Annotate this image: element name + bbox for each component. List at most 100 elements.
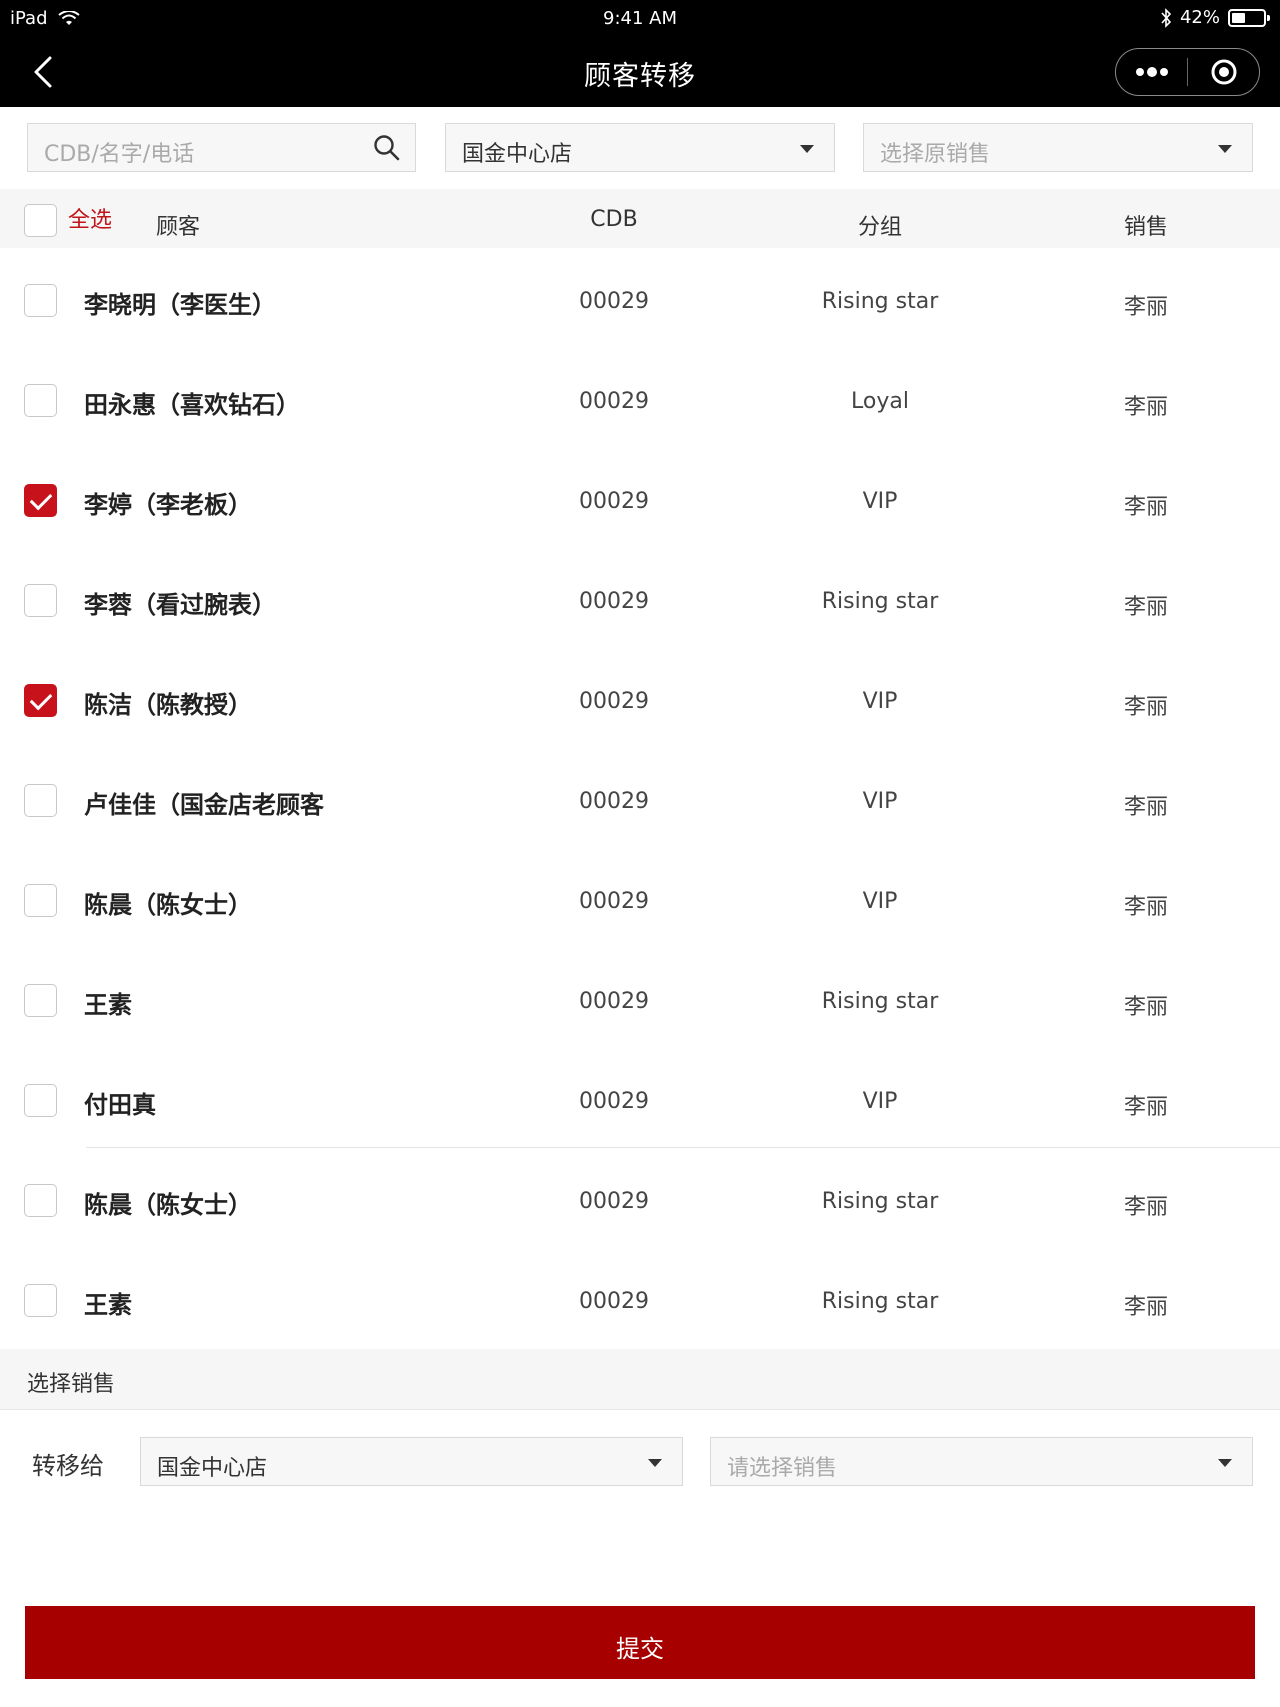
transfer-store-select[interactable]: 国金中心店 [140,1437,683,1486]
table-row[interactable]: 卢佳佳（国金店老顾客 00029 VIP 李丽 [0,748,1280,848]
store-select[interactable]: 国金中心店 [445,123,835,172]
customer-sales: 李丽 [1123,1095,1168,1120]
transfer-row: 转移给 国金中心店 请选择销售 [0,1410,1280,1510]
battery-icon [1228,8,1270,27]
customer-sales: 李丽 [1123,895,1168,920]
header-group: 分组 [857,215,902,240]
search-input[interactable]: CDB/名字/电话 [27,123,416,172]
customer-cdb: 00029 [579,789,649,814]
customer-cdb: 00029 [579,1089,649,1114]
search-icon[interactable] [373,134,401,162]
customer-group: Rising star [821,1189,939,1214]
search-placeholder: CDB/名字/电话 [44,142,195,167]
customer-list: 李晓明（李医生） 00029 Rising star 李丽 田永惠（喜欢钻石） … [0,248,1280,1348]
row-checkbox[interactable] [24,1084,57,1117]
transfer-sales-select[interactable]: 请选择销售 [710,1437,1253,1486]
customer-group: Rising star [821,289,939,314]
original-sales-placeholder: 选择原销售 [880,142,991,167]
close-program-button[interactable] [1188,49,1259,95]
customer-sales: 李丽 [1123,595,1168,620]
customer-group: VIP [862,689,898,714]
table-row[interactable]: 李晓明（李医生） 00029 Rising star 李丽 [0,248,1280,348]
dropdown-caret-icon [800,145,814,153]
customer-name: 李婷（李老板） [84,491,252,519]
customer-name: 李蓉（看过腕表） [84,591,276,619]
select-sales-section: 选择销售 [0,1349,1280,1410]
customer-name: 王素 [84,991,132,1019]
customer-name: 李晓明（李医生） [84,291,276,319]
section-title: 选择销售 [27,1372,116,1397]
row-checkbox[interactable] [24,984,57,1017]
customer-cdb: 00029 [579,889,649,914]
header-customer: 顾客 [156,215,201,240]
row-checkbox[interactable] [24,384,57,417]
customer-sales: 李丽 [1123,1295,1168,1320]
navigation-bar: 顾客转移 [0,36,1280,107]
row-checkbox[interactable] [24,1284,57,1317]
customer-group: VIP [862,789,898,814]
table-row[interactable]: 陈晨（陈女士） 00029 Rising star 李丽 [0,1148,1280,1248]
table-row[interactable]: 王素 00029 Rising star 李丽 [0,1248,1280,1348]
customer-name: 田永惠（喜欢钻石） [84,391,300,419]
customer-cdb: 00029 [579,489,649,514]
customer-sales: 李丽 [1123,395,1168,420]
row-checkbox[interactable] [24,884,57,917]
customer-group: Loyal [851,389,909,414]
customer-name: 陈洁（陈教授） [84,691,252,719]
customer-sales: 李丽 [1123,295,1168,320]
row-checkbox[interactable] [24,484,57,517]
table-row[interactable]: 王素 00029 Rising star 李丽 [0,948,1280,1048]
dropdown-caret-icon [648,1459,662,1467]
more-button[interactable] [1116,49,1187,95]
customer-name: 陈晨（陈女士） [84,1191,252,1219]
filter-bar: CDB/名字/电话 国金中心店 选择原销售 [0,107,1280,189]
customer-group: VIP [862,489,898,514]
status-bar: iPad 9:41 AM 42% [0,0,1280,36]
table-row[interactable]: 田永惠（喜欢钻石） 00029 Loyal 李丽 [0,348,1280,448]
transfer-label: 转移给 [32,1452,104,1480]
customer-sales: 李丽 [1123,695,1168,720]
customer-cdb: 00029 [579,289,649,314]
customer-group: VIP [862,1089,898,1114]
customer-cdb: 00029 [579,589,649,614]
row-checkbox[interactable] [24,284,57,317]
customer-cdb: 00029 [579,1289,649,1314]
page-title: 顾客转移 [584,61,696,92]
table-row[interactable]: 李蓉（看过腕表） 00029 Rising star 李丽 [0,548,1280,648]
customer-sales: 李丽 [1123,1195,1168,1220]
mini-program-capsule [1115,48,1260,96]
customer-group: Rising star [821,1289,939,1314]
customer-sales: 李丽 [1123,795,1168,820]
store-select-value: 国金中心店 [462,142,573,167]
customer-name: 王素 [84,1291,132,1319]
customer-name: 陈晨（陈女士） [84,891,252,919]
table-row[interactable]: 付田真 00029 VIP 李丽 [0,1048,1280,1148]
table-row[interactable]: 陈洁（陈教授） 00029 VIP 李丽 [0,648,1280,748]
bluetooth-icon [1161,7,1172,28]
customer-group: Rising star [821,989,939,1014]
dropdown-caret-icon [1218,145,1232,153]
row-checkbox[interactable] [24,684,57,717]
select-all-label[interactable]: 全选 [68,202,112,234]
transfer-store-value: 国金中心店 [157,1456,268,1481]
customer-sales: 李丽 [1123,995,1168,1020]
customer-cdb: 00029 [579,989,649,1014]
row-checkbox[interactable] [24,584,57,617]
row-checkbox[interactable] [24,1184,57,1217]
customer-cdb: 00029 [579,689,649,714]
original-sales-select[interactable]: 选择原销售 [863,123,1253,172]
customer-cdb: 00029 [579,1189,649,1214]
select-all-checkbox[interactable] [24,204,57,237]
header-sales: 销售 [1123,215,1168,240]
transfer-sales-placeholder: 请选择销售 [727,1456,838,1481]
customer-cdb: 00029 [579,389,649,414]
submit-label: 提交 [616,1636,664,1663]
battery-percent: 42% [1179,7,1220,28]
submit-button[interactable]: 提交 [25,1606,1255,1679]
table-row[interactable]: 陈晨（陈女士） 00029 VIP 李丽 [0,848,1280,948]
table-row[interactable]: 李婷（李老板） 00029 VIP 李丽 [0,448,1280,548]
customer-name: 付田真 [84,1091,156,1119]
more-dots-icon [1135,67,1168,77]
customer-sales: 李丽 [1123,495,1168,520]
row-checkbox[interactable] [24,784,57,817]
